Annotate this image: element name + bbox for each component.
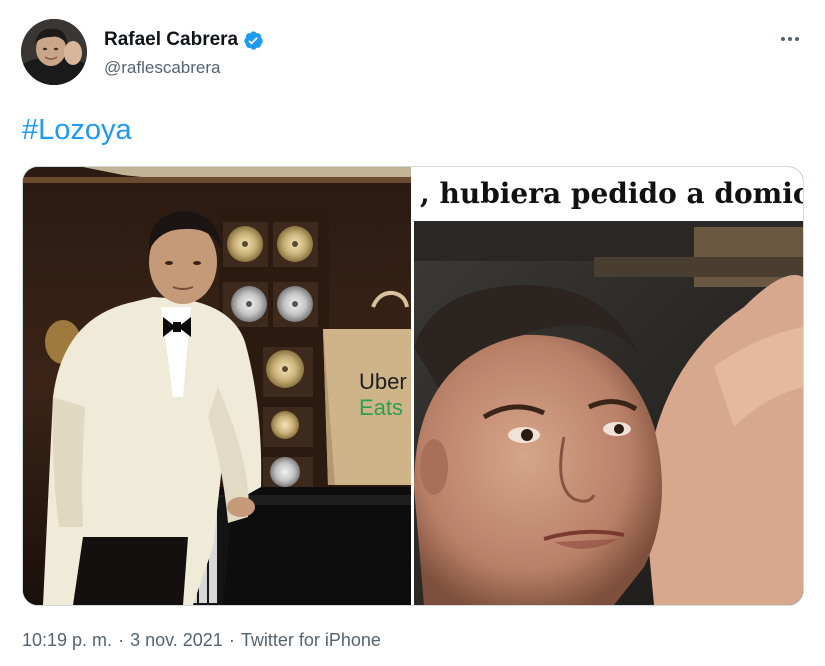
more-options-icon[interactable] <box>777 26 803 52</box>
author-handle[interactable]: @raflescabrera <box>104 58 220 78</box>
author-display-name[interactable]: Rafael Cabrera <box>104 29 238 51</box>
crying-man-photo <box>414 221 803 605</box>
tweet-card: Rafael Cabrera @raflescabrera #Lozoya Ub… <box>0 0 825 666</box>
tweet-timestamp: 10:19 p. m. · 3 nov. 2021 · Twitter for … <box>22 628 381 652</box>
media-grid[interactable]: Uber Eats , hubiera pedido a domic <box>22 166 804 606</box>
avatar[interactable] <box>21 19 87 85</box>
tweet-date[interactable]: 3 nov. 2021 <box>130 628 223 652</box>
verified-badge-icon <box>244 30 263 50</box>
bag-brand-eats: Eats <box>359 395 403 420</box>
separator-dot: · <box>118 630 125 650</box>
tweet-hashtag[interactable]: #Lozoya <box>22 113 132 147</box>
media-image-right[interactable]: , hubiera pedido a domic <box>414 167 803 605</box>
tuxedo-photo: Uber Eats <box>23 167 411 605</box>
tweet-time[interactable]: 10:19 p. m. <box>22 628 112 652</box>
media-image-left[interactable]: Uber Eats <box>23 167 411 605</box>
meme-caption: , hubiera pedido a domic <box>414 167 803 221</box>
author-name-row[interactable]: Rafael Cabrera <box>104 29 264 51</box>
bag-brand-uber: Uber <box>359 369 407 394</box>
separator-dot: · <box>228 630 235 650</box>
tweet-source[interactable]: Twitter for iPhone <box>241 628 381 652</box>
